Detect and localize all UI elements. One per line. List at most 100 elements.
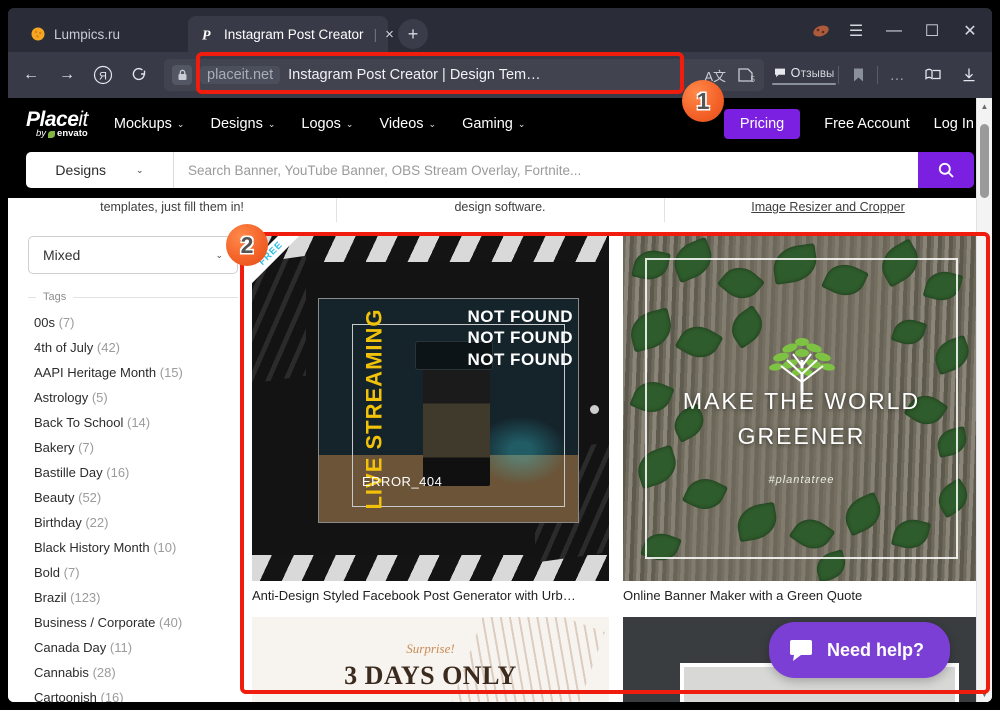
tag-item[interactable]: Canada Day (11) (28, 635, 238, 660)
nav-label: Mockups (113, 116, 172, 132)
browser-menu-icon[interactable]: ☰ (838, 16, 874, 46)
tag-label: AAPI Heritage Month (34, 365, 157, 380)
nav-item-designs[interactable]: Designs ⌄ (210, 116, 275, 132)
forward-button[interactable]: → (50, 58, 84, 92)
nav-item-videos[interactable]: Videos ⌄ (379, 116, 436, 132)
tab-title: Instagram Post Creator (224, 26, 364, 42)
tag-item[interactable]: Bastille Day (16) (28, 460, 238, 485)
tag-count: (10) (153, 540, 177, 555)
image-resizer-link[interactable]: Image Resizer and Cropper (751, 200, 905, 214)
more-icon[interactable]: … (880, 58, 914, 92)
template-thumbnail[interactable]: MAKE THE WORLD GREENER #plantatree (623, 236, 980, 581)
search-category-select[interactable]: Designs ⌄ (26, 152, 174, 188)
nav-label: Designs (210, 116, 263, 132)
template-thumbnail[interactable]: LIVE STREAMING NOT FOUND NOT FOUND NOT F… (252, 236, 609, 581)
nav-item-logos[interactable]: Logos ⌄ (301, 116, 353, 132)
template-card[interactable]: LIVE STREAMING NOT FOUND NOT FOUND NOT F… (252, 236, 609, 603)
navbar-right: Pricing Free Account Log In (723, 109, 974, 139)
minimize-button[interactable]: — (876, 16, 912, 46)
chevron-down-icon: ⌄ (136, 164, 144, 175)
back-button[interactable]: ← (14, 58, 48, 92)
page-scrollbar[interactable]: ▲ ▼ (976, 98, 992, 702)
tag-count: (15) (159, 365, 183, 380)
tag-count: (52) (78, 490, 102, 505)
close-window-button[interactable]: ✕ (952, 16, 988, 46)
tag-label: 4th of July (34, 340, 94, 355)
page-viewport: Placeit by envato Mockups ⌄ Designs ⌄ Lo… (8, 98, 992, 702)
address-bar[interactable]: placeit.net Instagram Post Creator | Des… (164, 59, 764, 91)
tag-item[interactable]: Birthday (22) (28, 510, 238, 535)
tag-count: (28) (92, 665, 116, 680)
surprise-text: Surprise! (406, 641, 455, 656)
search-category-value: Designs (55, 162, 107, 178)
promo-col-1: templates, just fill them in! (100, 200, 244, 214)
tag-item[interactable]: Astrology (5) (28, 385, 238, 410)
template-title[interactable]: Anti-Design Styled Facebook Post Generat… (252, 588, 609, 603)
mixed-filter-value: Mixed (43, 247, 81, 263)
search-bar: Designs ⌄ Search Banner, YouTube Banner,… (26, 152, 974, 188)
nav-label: Videos (379, 116, 424, 132)
headline-line-2: NOT FOUND (467, 328, 573, 348)
url-page-title: Instagram Post Creator | Design Tem… (288, 67, 541, 83)
nav-item-gaming[interactable]: Gaming ⌄ (462, 116, 525, 132)
tag-item[interactable]: Back To School (14) (28, 410, 238, 435)
placeit-logo[interactable]: Placeit by envato (26, 109, 88, 139)
need-help-button[interactable]: Need help? (768, 622, 950, 678)
quote-line-2: GREENER (737, 422, 866, 449)
scroll-up-arrow[interactable]: ▲ (977, 98, 992, 114)
chevron-down-icon: ⌄ (345, 118, 354, 129)
divider-right (73, 296, 238, 298)
scrollbar-thumb[interactable] (980, 124, 989, 198)
maximize-button[interactable]: ☐ (914, 16, 950, 46)
tag-item[interactable]: Brazil (123) (28, 585, 238, 610)
url-domain: placeit.net (200, 66, 281, 84)
tag-label: Beauty (34, 490, 75, 505)
template-thumbnail-partial[interactable]: Surprise! 3 DAYS ONLY (252, 617, 609, 702)
log-in-link[interactable]: Log In (934, 116, 974, 132)
tag-item[interactable]: 4th of July (42) (28, 335, 238, 360)
reload-button[interactable] (122, 58, 156, 92)
tab-counter-icon[interactable]: 5 (736, 66, 756, 84)
browser-tab-placeit[interactable]: P Instagram Post Creator | × (188, 16, 394, 52)
tag-item[interactable]: AAPI Heritage Month (15) (28, 360, 238, 385)
template-quote: MAKE THE WORLD GREENER (623, 384, 980, 453)
not-found-headline: NOT FOUND NOT FOUND NOT FOUND (467, 306, 573, 370)
extension-icon[interactable] (806, 16, 836, 46)
need-help-label: Need help? (826, 639, 924, 660)
scroll-down-arrow[interactable]: ▼ (977, 686, 992, 702)
tag-item[interactable]: Beauty (52) (28, 485, 238, 510)
promo-col-3: Image Resizer and Cropper (664, 198, 992, 222)
tag-item[interactable]: 00s (7) (28, 310, 238, 335)
reviews-button[interactable]: Отзывы (772, 66, 836, 85)
tag-item[interactable]: Business / Corporate (40) (28, 610, 238, 635)
nav-label: Gaming (462, 116, 513, 132)
template-card[interactable]: MAKE THE WORLD GREENER #plantatree Onlin… (623, 236, 980, 603)
browser-tab-lumpics[interactable]: Lumpics.ru (18, 16, 188, 52)
free-account-link[interactable]: Free Account (824, 116, 909, 132)
tab-close-icon[interactable]: × (385, 27, 394, 42)
yandex-home-icon[interactable]: Я (86, 58, 120, 92)
template-title[interactable]: Online Banner Maker with a Green Quote (623, 588, 980, 603)
bookmark-icon[interactable] (841, 58, 875, 92)
browser-window: Lumpics.ru P Instagram Post Creator | × … (8, 8, 992, 702)
tag-item[interactable]: Bold (7) (28, 560, 238, 585)
tag-item[interactable]: Bakery (7) (28, 435, 238, 460)
headline-line-1: NOT FOUND (467, 307, 573, 326)
tag-item[interactable]: Cartoonish (16) (28, 685, 238, 702)
nav-item-mockups[interactable]: Mockups ⌄ (114, 116, 185, 132)
search-submit-button[interactable] (918, 152, 974, 188)
toolbar-divider-2 (877, 66, 878, 84)
downloads-icon[interactable] (952, 58, 986, 92)
pricing-button[interactable]: Pricing (723, 109, 801, 139)
mixed-filter-select[interactable]: Mixed ⌄ (28, 236, 238, 274)
annotation-badge-2: 2 (226, 224, 268, 266)
screenshot-root: Lumpics.ru P Instagram Post Creator | × … (0, 0, 1000, 710)
annotation-badge-1: 1 (682, 80, 724, 122)
tag-count: (7) (78, 440, 94, 455)
new-tab-button[interactable]: + (398, 19, 428, 49)
tag-item[interactable]: Cannabis (28) (28, 660, 238, 685)
search-input[interactable]: Search Banner, YouTube Banner, OBS Strea… (174, 152, 918, 188)
promo-row: templates, just fill them in! design sof… (8, 198, 992, 236)
tag-item[interactable]: Black History Month (10) (28, 535, 238, 560)
collections-icon[interactable] (916, 58, 950, 92)
